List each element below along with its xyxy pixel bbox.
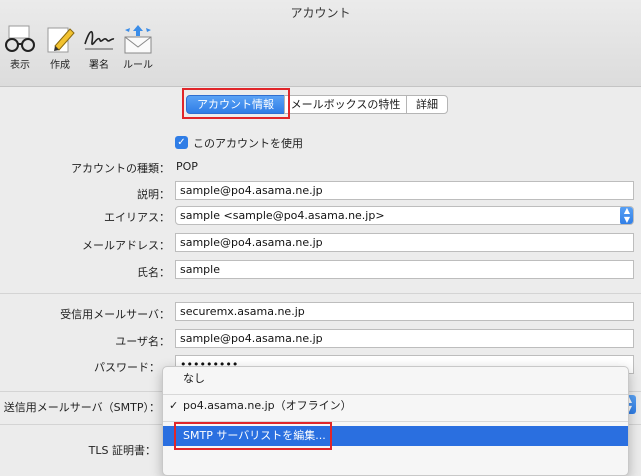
divider	[0, 293, 641, 294]
full-name-field[interactable]: sample	[175, 260, 634, 279]
alias-value: sample <sample@po4.asama.ne.jp>	[180, 209, 385, 222]
menu-divider	[163, 394, 628, 395]
menu-item-none[interactable]: なし	[163, 369, 628, 389]
view-button[interactable]: 表示	[0, 24, 40, 76]
username-label: ユーザ名：	[115, 335, 170, 348]
full-name-label: 氏名：	[137, 266, 170, 279]
menu-item-label: po4.asama.ne.jp（オフライン）	[183, 399, 352, 412]
enable-account-label: このアカウントを使用	[193, 137, 303, 150]
rules-button[interactable]: ルール	[118, 24, 158, 76]
alias-popup[interactable]: sample <sample@po4.asama.ne.jp> ▲ ▼	[175, 206, 634, 225]
description-label: 説明：	[137, 188, 170, 201]
enable-account-checkbox[interactable]: ✓	[175, 136, 188, 149]
account-type-value: POP	[176, 160, 198, 173]
compose-button[interactable]: 作成	[40, 24, 80, 76]
incoming-server-label: 受信用メールサーバ：	[60, 308, 170, 321]
pencil-paper-icon	[47, 27, 75, 53]
account-type-label: アカウントの種類：	[71, 162, 170, 175]
signature-button[interactable]: 署名	[79, 24, 119, 76]
tab-bar: アカウント情報 メールボックスの特性 詳細	[0, 95, 641, 115]
rules-label: ルール	[123, 60, 153, 71]
compose-label: 作成	[50, 60, 70, 71]
toolbar: アカウント 表示 作成 署名 ルール	[0, 0, 641, 87]
password-label: パスワード：	[94, 361, 160, 374]
view-label: 表示	[10, 60, 30, 71]
tls-certificate-label: TLS 証明書：	[88, 444, 156, 457]
tab-account-info[interactable]: アカウント情報	[186, 95, 285, 114]
signature-icon	[84, 30, 115, 50]
username-field[interactable]: sample@po4.asama.ne.jp	[175, 329, 634, 348]
signature-label: 署名	[89, 60, 109, 71]
checkmark-icon: ✓	[169, 399, 179, 412]
tab-advanced[interactable]: 詳細	[406, 95, 448, 114]
menu-item-label: SMTP サーバリストを編集...	[183, 429, 326, 442]
glasses-icon	[5, 25, 35, 52]
smtp-label: 送信用メールサーバ（SMTP）：	[3, 401, 160, 414]
updown-chevron-icon: ▲▼	[620, 207, 633, 224]
incoming-server-field[interactable]: securemx.asama.ne.jp	[175, 302, 634, 321]
email-label: メールアドレス：	[82, 239, 170, 252]
description-field[interactable]: sample@po4.asama.ne.jp	[175, 181, 634, 200]
smtp-server-menu: なし ✓ po4.asama.ne.jp（オフライン） SMTP サーバリストを…	[162, 366, 629, 476]
tab-mailbox-behaviors[interactable]: メールボックスの特性	[284, 95, 407, 114]
window-title: アカウント	[290, 6, 351, 20]
rules-envelope-icon	[124, 25, 152, 54]
menu-divider	[163, 421, 628, 422]
menu-item-edit-smtp-list[interactable]: SMTP サーバリストを編集...	[163, 426, 628, 446]
alias-label: エイリアス：	[104, 211, 170, 224]
menu-item-po4-server[interactable]: ✓ po4.asama.ne.jp（オフライン）	[163, 396, 628, 416]
email-field[interactable]: sample@po4.asama.ne.jp	[175, 233, 634, 252]
menu-item-label: なし	[183, 372, 205, 385]
